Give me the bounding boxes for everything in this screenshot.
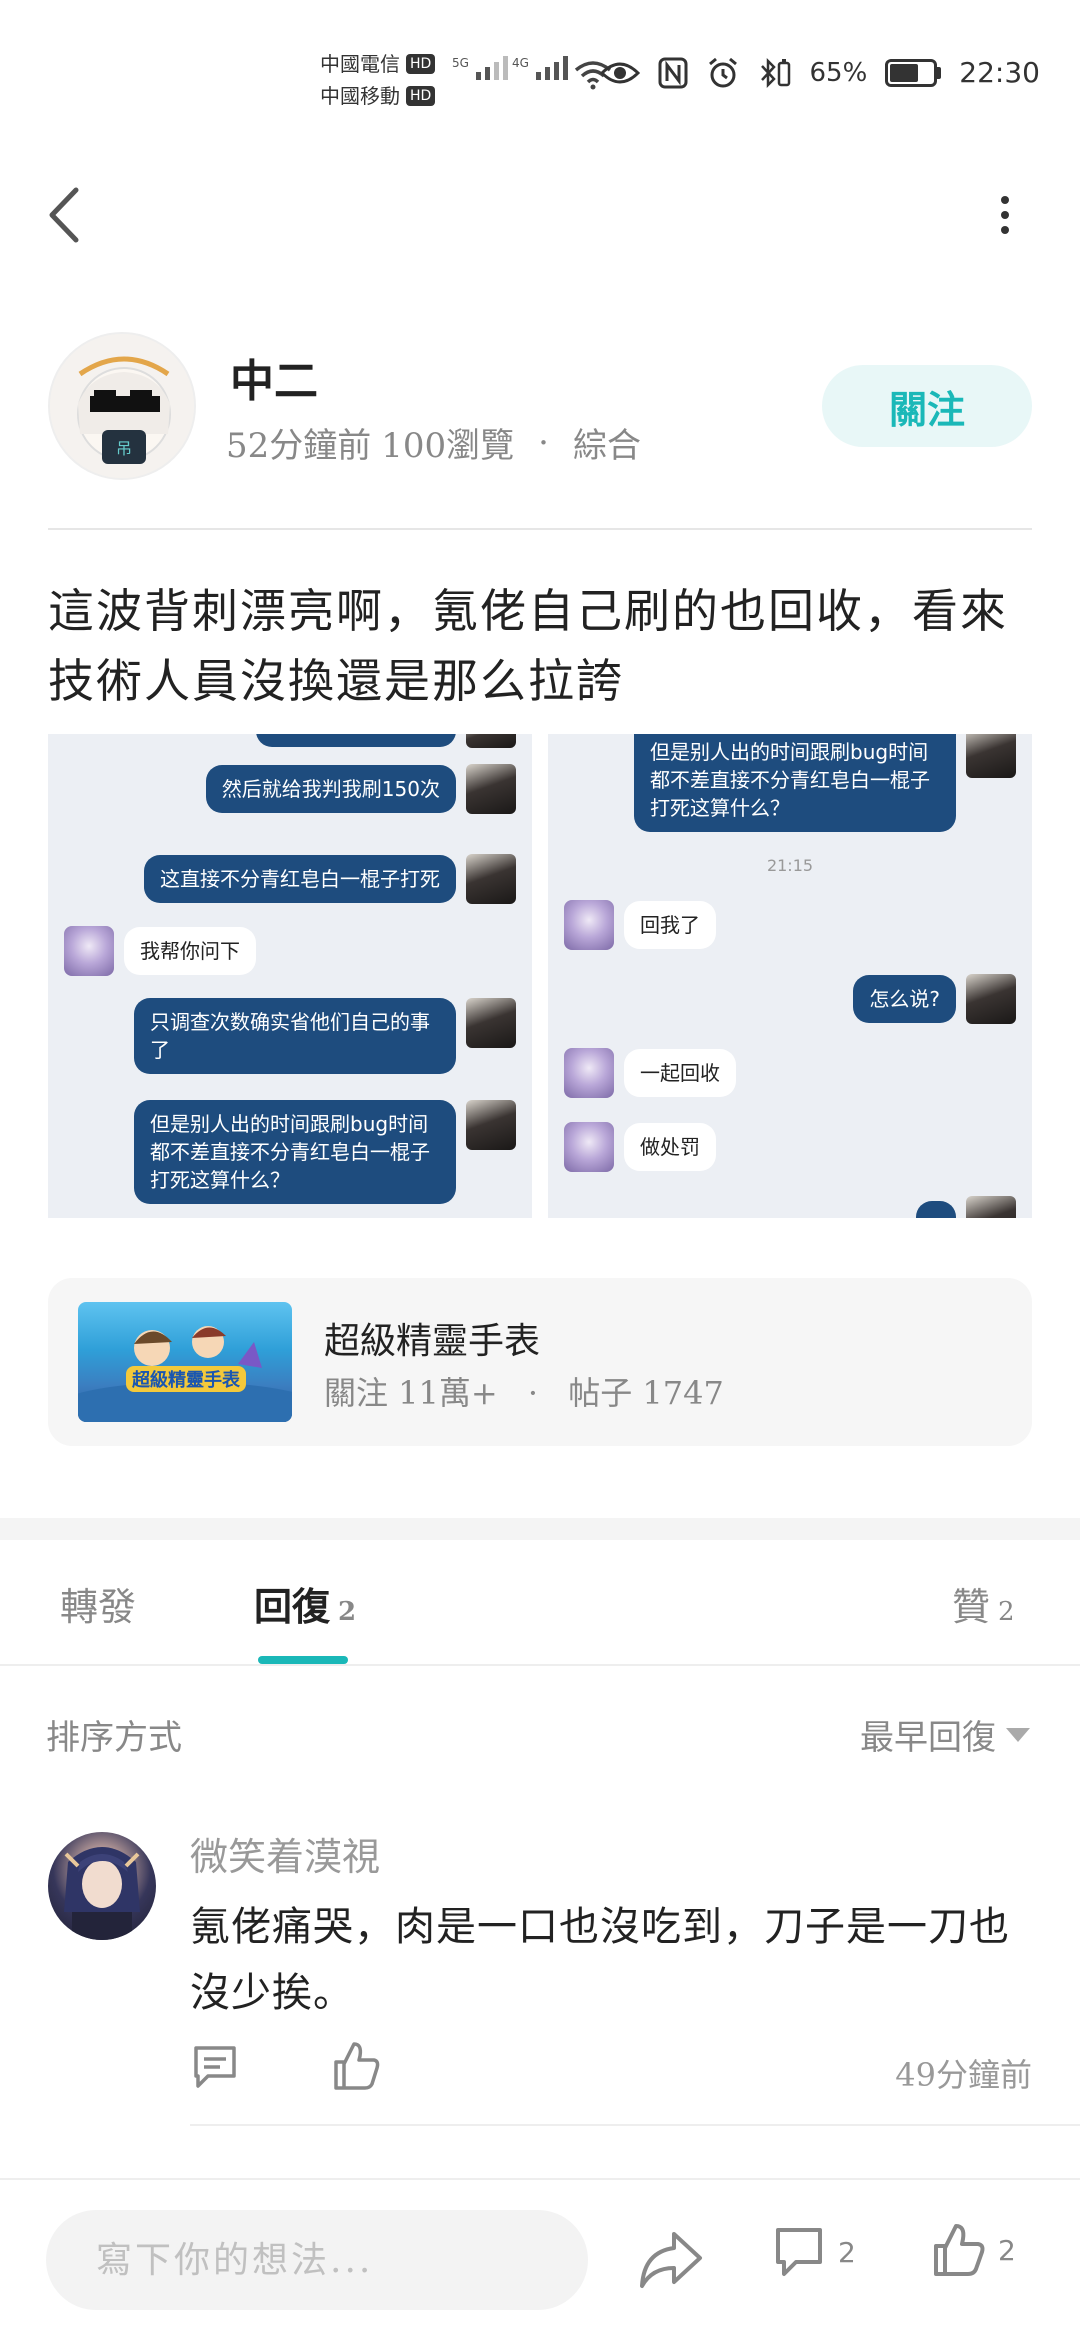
alarm-icon	[708, 57, 737, 87]
share-button[interactable]	[636, 2228, 706, 2292]
divider	[0, 2178, 1080, 2180]
comment-like-button[interactable]	[332, 2040, 382, 2092]
divider	[48, 528, 1032, 530]
meta-separator: ·	[538, 422, 549, 463]
back-button[interactable]	[40, 180, 90, 250]
commenter-avatar[interactable]	[48, 1832, 156, 1940]
svg-text:超級精靈手表: 超級精靈手表	[132, 1369, 241, 1391]
author-name[interactable]: 中二	[230, 345, 318, 409]
comment-text: 氪佬痛哭，肉是一口也沒吃到，刀子是一刀也沒少挨。	[190, 1904, 1010, 2016]
chat-message: 做处罚	[564, 1122, 716, 1172]
battery-icon	[885, 58, 942, 87]
eye-icon	[599, 62, 640, 83]
tab-like[interactable]: 贊2	[952, 1576, 1015, 1631]
comment-reply-button[interactable]	[190, 2042, 240, 2092]
post-category[interactable]: 綜合	[573, 418, 641, 467]
signal-4g-icon: 4G	[512, 56, 568, 80]
sort-dropdown[interactable]: 最早回復	[860, 1710, 1030, 1759]
svg-text:吊: 吊	[116, 439, 132, 458]
post-text: 這波背刺漂亮啊，氪佬自己刷的也回收，看來技術人員沒換還是那么拉誇	[48, 584, 1008, 708]
post-image-1[interactable]: 然后就给我判我刷150次 这直接不分青红皂白一棍子打死 我帮你问下 只调查次数确…	[48, 734, 532, 1218]
follow-button[interactable]: 關注	[822, 365, 1032, 447]
clock: 22:30	[959, 56, 1040, 89]
post-time: 52分鐘前	[226, 426, 372, 466]
nfc-icon	[658, 57, 687, 88]
comment-icon	[194, 2046, 236, 2088]
tab-indicator	[258, 1656, 348, 1664]
chat-message: 这直接不分青红皂白一棍子打死	[144, 854, 516, 904]
hd-badge: HD	[406, 86, 436, 106]
signal-5g-icon: 5G	[452, 56, 508, 80]
battery-percent: 65%	[809, 57, 868, 88]
like-button[interactable]: 2	[932, 2222, 1016, 2278]
chevron-left-icon	[49, 187, 79, 243]
thumbs-up-icon	[334, 2042, 380, 2090]
forum-thumbnail: 超級精靈手表	[78, 1302, 292, 1422]
author-avatar[interactable]: 吊	[48, 332, 196, 480]
chat-message: 但是别人出的时间跟刷bug时间都不差直接不分青红皂白一棍子打死这算什么？	[634, 734, 1016, 832]
chat-message: 回我了	[564, 900, 716, 950]
comments-button[interactable]: 2	[774, 2226, 856, 2278]
status-icons: 65% 22:30	[599, 56, 1040, 89]
comment-time: 49分鐘前	[895, 2056, 1032, 2094]
chat-timestamp: 21:15	[766, 856, 814, 875]
carrier-info: 中國電信 HD 中國移動 HD	[320, 48, 436, 112]
divider	[0, 1664, 1080, 1666]
thumbs-up-icon	[934, 2224, 985, 2276]
like-count: 2	[998, 2233, 1016, 2267]
more-vertical-icon	[1001, 196, 1009, 204]
chat-message: 然后就给我判我刷150次	[205, 764, 516, 814]
divider	[190, 2124, 1080, 2126]
chat-message: 我帮你问下	[64, 926, 256, 976]
comment-bubble-icon	[776, 2228, 822, 2276]
share-arrow-icon	[640, 2232, 702, 2288]
forum-stats: 關注 11萬+ · 帖子 1747	[324, 1374, 724, 1412]
chat-message: 怎么说?	[853, 974, 1016, 1024]
like-count: 2	[998, 1597, 1015, 1627]
carrier-1: 中國電信	[320, 52, 400, 76]
view-count: 100瀏覽	[381, 426, 515, 466]
section-divider	[0, 1518, 1080, 1540]
hd-badge: HD	[406, 54, 436, 74]
comment-count: 2	[838, 2235, 856, 2269]
sort-label: 排序方式	[46, 1718, 182, 1758]
post-meta: 52分鐘前 100瀏覽 · 綜合	[226, 418, 641, 467]
forum-post-count: 帖子 1747	[568, 1374, 724, 1412]
forum-card[interactable]: 超級精靈手表 超級精靈手表 關注 11萬+ · 帖子 1747	[48, 1278, 1032, 1446]
commenter-name[interactable]: 微笑着漠視	[190, 1826, 380, 1881]
carrier-2: 中國移動	[320, 84, 400, 108]
chat-message: 一起回收	[564, 1048, 736, 1098]
tab-forward[interactable]: 轉發	[60, 1576, 136, 1631]
reply-input[interactable]	[46, 2210, 588, 2310]
sort-value: 最早回復	[860, 1718, 996, 1758]
post-image-2[interactable]: 但是别人出的时间跟刷bug时间都不差直接不分青红皂白一棍子打死这算什么？ 21:…	[548, 734, 1032, 1218]
tab-reply[interactable]: 回復 2	[254, 1576, 356, 1631]
chat-message: 但是别人出的时间跟刷bug时间都不差直接不分青红皂白一棍子打死这算什么？	[134, 1100, 516, 1204]
forum-followers: 關注 11萬+	[324, 1374, 498, 1412]
bluetooth-battery-icon	[760, 57, 790, 88]
reply-count: 2	[338, 1597, 357, 1627]
chat-message: 只调查次数确实省他们自己的事了	[134, 998, 516, 1074]
caret-down-icon	[1006, 1727, 1030, 1742]
status-bar: 中國電信 HD 中國移動 HD 5G 4G 65% 22:30	[0, 0, 1080, 140]
forum-name: 超級精靈手表	[324, 1321, 541, 1362]
more-options-button[interactable]	[990, 190, 1020, 240]
